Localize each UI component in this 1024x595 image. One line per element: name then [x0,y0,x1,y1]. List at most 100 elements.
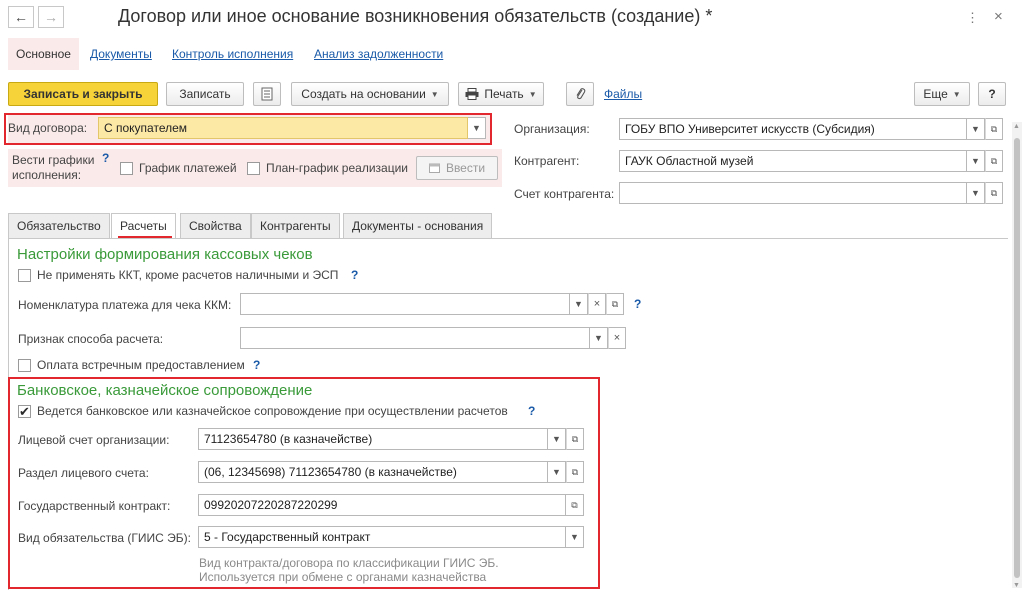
banking-enabled-label: Ведется банковское или казначейское сопр… [37,404,508,418]
more-menu-icon[interactable]: ⋮ [966,10,979,26]
attach-button[interactable] [566,82,594,106]
help-button[interactable]: ? [978,82,1006,106]
tab-obligation[interactable]: Обязательство [8,213,110,239]
payment-method-clear[interactable]: × [608,327,626,349]
counter-provision-label: Оплата встречным предоставлением [37,358,245,372]
files-link[interactable]: Файлы [604,87,642,101]
banking-enabled-checkbox[interactable]: ✔ [18,405,31,418]
counterparty-dropdown[interactable]: ▼ [967,150,985,172]
schedules-label-line1: Вести графики [12,153,95,167]
scrollbar-thumb[interactable] [1014,138,1020,578]
help-icon[interactable]: ? [634,297,641,311]
obligation-type-dropdown[interactable]: ▼ [566,526,584,548]
counter-provision-checkbox[interactable] [18,359,31,372]
tab-properties[interactable]: Свойства [180,213,251,239]
tab-basis-documents[interactable]: Документы - основания [343,213,493,239]
state-contract-open[interactable]: ⧉ [566,494,584,516]
organization-open[interactable]: ⧉ [985,118,1003,140]
obligation-type-hint-line1: Вид контракта/договора по классификации … [199,556,499,570]
section-documents[interactable]: Документы [90,38,152,70]
open-window-icon: ⧉ [990,155,998,166]
payment-schedule-checkbox[interactable] [120,162,133,175]
save-button[interactable]: Записать [166,82,244,106]
obligation-type-field[interactable]: 5 - Государственный контракт [198,526,566,548]
chevron-down-icon: ▼ [971,124,980,134]
nomenclature-field[interactable] [240,293,570,315]
payment-method-dropdown[interactable]: ▼ [590,327,608,349]
org-account-field[interactable]: 71123654780 (в казначействе) [198,428,548,450]
chevron-down-icon: ▼ [971,188,980,198]
chevron-down-icon: ▼ [430,89,439,99]
arrow-left-icon: ← [14,9,28,25]
receipts-section-title: Настройки формирования кассовых чеков [17,246,313,263]
no-kkt-label: Не применять ККТ, кроме расчетов наличны… [37,268,339,282]
help-icon[interactable]: ? [102,151,109,165]
org-account-dropdown[interactable]: ▼ [548,428,566,450]
obligation-type-label: Вид обязательства (ГИИС ЭБ): [18,531,191,545]
chevron-down-icon: ▼ [552,467,561,477]
account-section-open[interactable]: ⧉ [566,461,584,483]
no-kkt-checkbox[interactable] [18,269,31,282]
save-and-close-button[interactable]: Записать и закрыть [8,82,158,106]
counterparty-account-label: Счет контрагента: [514,187,615,201]
checkmark-icon: ✔ [19,404,30,419]
organization-field[interactable]: ГОБУ ВПО Университет искусств (Субсидия) [619,118,967,140]
open-window-icon: ⧉ [990,123,998,134]
close-icon[interactable]: × [994,8,1003,25]
printer-icon [465,88,479,100]
banking-section-title: Банковское, казначейское сопровождение [17,382,313,399]
window-title: Договор или иное основание возникновения… [118,6,713,26]
tab-counterparties[interactable]: Контрагенты [251,213,340,239]
counterparty-account-field[interactable] [619,182,967,204]
more-button[interactable]: Еще ▼ [914,82,970,106]
calendar-icon [428,163,440,173]
payment-method-field[interactable] [240,327,590,349]
help-icon[interactable]: ? [351,268,358,282]
organization-dropdown[interactable]: ▼ [967,118,985,140]
chevron-down-icon: ▼ [971,156,980,166]
help-icon[interactable]: ? [253,358,260,372]
open-window-icon: ⧉ [571,433,579,444]
account-section-dropdown[interactable]: ▼ [548,461,566,483]
section-main[interactable]: Основное [8,38,79,70]
realization-schedule-checkbox[interactable] [247,162,260,175]
counterparty-open[interactable]: ⧉ [985,150,1003,172]
clear-icon: × [593,298,601,310]
payment-method-label: Признак способа расчета: [18,332,164,346]
help-icon[interactable]: ? [528,404,535,418]
chevron-down-icon: ▼ [594,333,603,343]
counterparty-account-open[interactable]: ⧉ [985,182,1003,204]
chevron-down-icon: ▼ [552,434,561,444]
nomenclature-dropdown[interactable]: ▼ [570,293,588,315]
counterparty-field[interactable]: ГАУК Областной музей [619,150,967,172]
create-based-on-button[interactable]: Создать на основании ▼ [291,82,449,106]
org-account-label: Лицевой счет организации: [18,433,170,447]
print-button[interactable]: Печать ▼ [458,82,544,106]
forward-button[interactable]: → [38,6,64,28]
organization-label: Организация: [514,122,590,136]
document-list-button[interactable] [253,82,281,106]
paperclip-icon [576,88,586,100]
org-account-open[interactable]: ⧉ [566,428,584,450]
back-button[interactable]: ← [8,6,34,28]
chevron-down-icon: ▼ [952,89,961,99]
account-section-field[interactable]: (06, 12345698) 71123654780 (в казначейст… [198,461,548,483]
enter-schedule-button[interactable]: Ввести [416,156,498,180]
payment-schedule-label: График платежей [139,161,237,175]
open-window-icon: ⧉ [611,298,619,309]
scroll-down-icon[interactable]: ▼ [1013,582,1020,589]
nomenclature-label: Номенклатура платежа для чека ККМ: [18,298,232,312]
nomenclature-clear[interactable]: × [588,293,606,315]
scroll-up-icon[interactable]: ▲ [1013,123,1020,130]
state-contract-field[interactable]: 09920207220287220299 [198,494,566,516]
arrow-right-icon: → [44,9,58,25]
chevron-down-icon: ▼ [570,532,579,542]
nomenclature-open[interactable]: ⧉ [606,293,624,315]
section-execution-control[interactable]: Контроль исполнения [172,38,293,70]
counterparty-account-dropdown[interactable]: ▼ [967,182,985,204]
counterparty-label: Контрагент: [514,154,580,168]
chevron-down-icon: ▼ [574,299,583,309]
account-section-label: Раздел лицевого счета: [18,466,149,480]
section-debt-analysis[interactable]: Анализ задолженности [314,38,443,70]
open-window-icon: ⧉ [990,187,998,198]
